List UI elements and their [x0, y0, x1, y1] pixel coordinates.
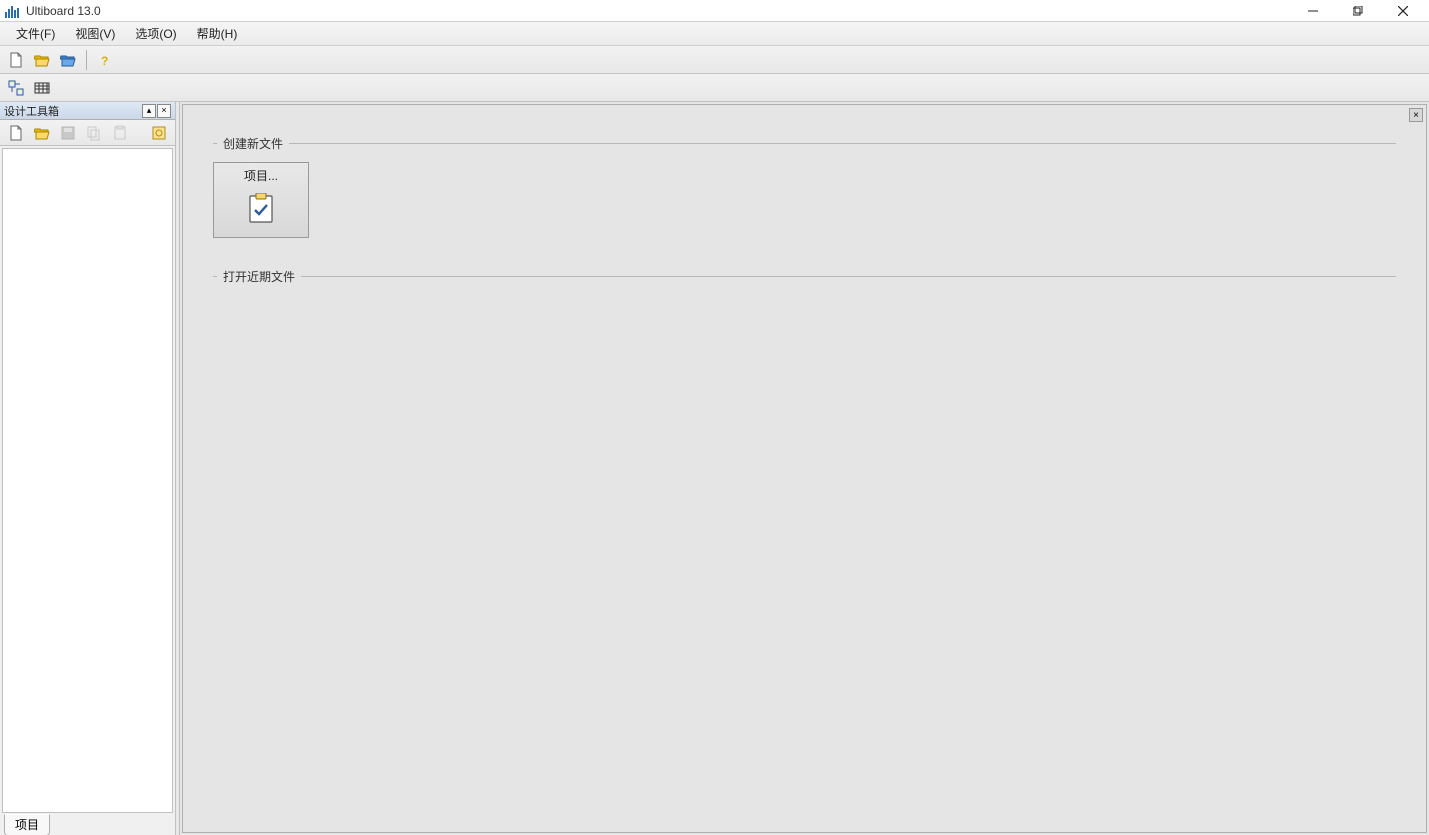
startpage-close-button[interactable]: ×	[1409, 108, 1423, 122]
sidebar-title: 设计工具箱	[4, 103, 141, 119]
sidebar-paste-button	[108, 122, 132, 144]
sidebar-settings-button[interactable]	[147, 122, 171, 144]
sidebar-toolbar	[0, 120, 175, 146]
open-recent-file-section: 打开近期文件	[213, 268, 1396, 313]
sidebar-tree[interactable]	[2, 148, 173, 813]
toolbar-secondary	[0, 74, 1429, 102]
app-title: Ultiboard 13.0	[26, 4, 101, 18]
menu-file[interactable]: 文件(F)	[6, 23, 65, 44]
sidebar-collapse-button[interactable]: ▴	[142, 104, 156, 118]
toolbar-separator	[86, 50, 87, 70]
sidebar-tab-project[interactable]: 项目	[4, 814, 50, 835]
content-area: 设计工具箱 ▴ ×	[0, 102, 1429, 835]
maximize-button[interactable]	[1335, 0, 1380, 22]
menubar: 文件(F) 视图(V) 选项(O) 帮助(H)	[0, 22, 1429, 46]
clipboard-check-icon	[243, 190, 279, 226]
create-new-file-section: 创建新文件 项目...	[213, 135, 1396, 256]
new-project-card[interactable]: 项目...	[213, 162, 309, 238]
sidebar-close-button[interactable]: ×	[157, 104, 171, 118]
sidebar-header: 设计工具箱 ▴ ×	[0, 102, 175, 120]
sidebar-new-button[interactable]	[4, 122, 28, 144]
svg-text:?: ?	[101, 54, 108, 68]
open-recent-file-label: 打开近期文件	[217, 268, 301, 285]
open-project-button[interactable]	[56, 49, 80, 71]
workspace: × 创建新文件 项目... 打开近期文件	[180, 102, 1429, 835]
view-ruler-button[interactable]	[4, 77, 28, 99]
view-grid-button[interactable]	[30, 77, 54, 99]
create-new-file-label: 创建新文件	[217, 135, 289, 152]
open-file-button[interactable]	[30, 49, 54, 71]
sidebar-tabs: 项目	[0, 815, 175, 835]
minimize-button[interactable]	[1290, 0, 1335, 22]
sidebar-open-button[interactable]	[30, 122, 54, 144]
sidebar-panel: 设计工具箱 ▴ ×	[0, 102, 176, 835]
toolbar-main: ?	[0, 46, 1429, 74]
help-button[interactable]: ?	[93, 49, 117, 71]
window-controls	[1290, 0, 1425, 22]
menu-view[interactable]: 视图(V)	[65, 23, 125, 44]
close-button[interactable]	[1380, 0, 1425, 22]
menu-options[interactable]: 选项(O)	[125, 23, 186, 44]
app-icon	[4, 3, 20, 19]
new-file-button[interactable]	[4, 49, 28, 71]
start-page: × 创建新文件 项目... 打开近期文件	[182, 104, 1427, 833]
menu-help[interactable]: 帮助(H)	[187, 23, 248, 44]
titlebar: Ultiboard 13.0	[0, 0, 1429, 22]
sidebar-save-button	[56, 122, 80, 144]
new-project-label: 项目...	[244, 167, 278, 184]
sidebar-copy-button	[82, 122, 106, 144]
